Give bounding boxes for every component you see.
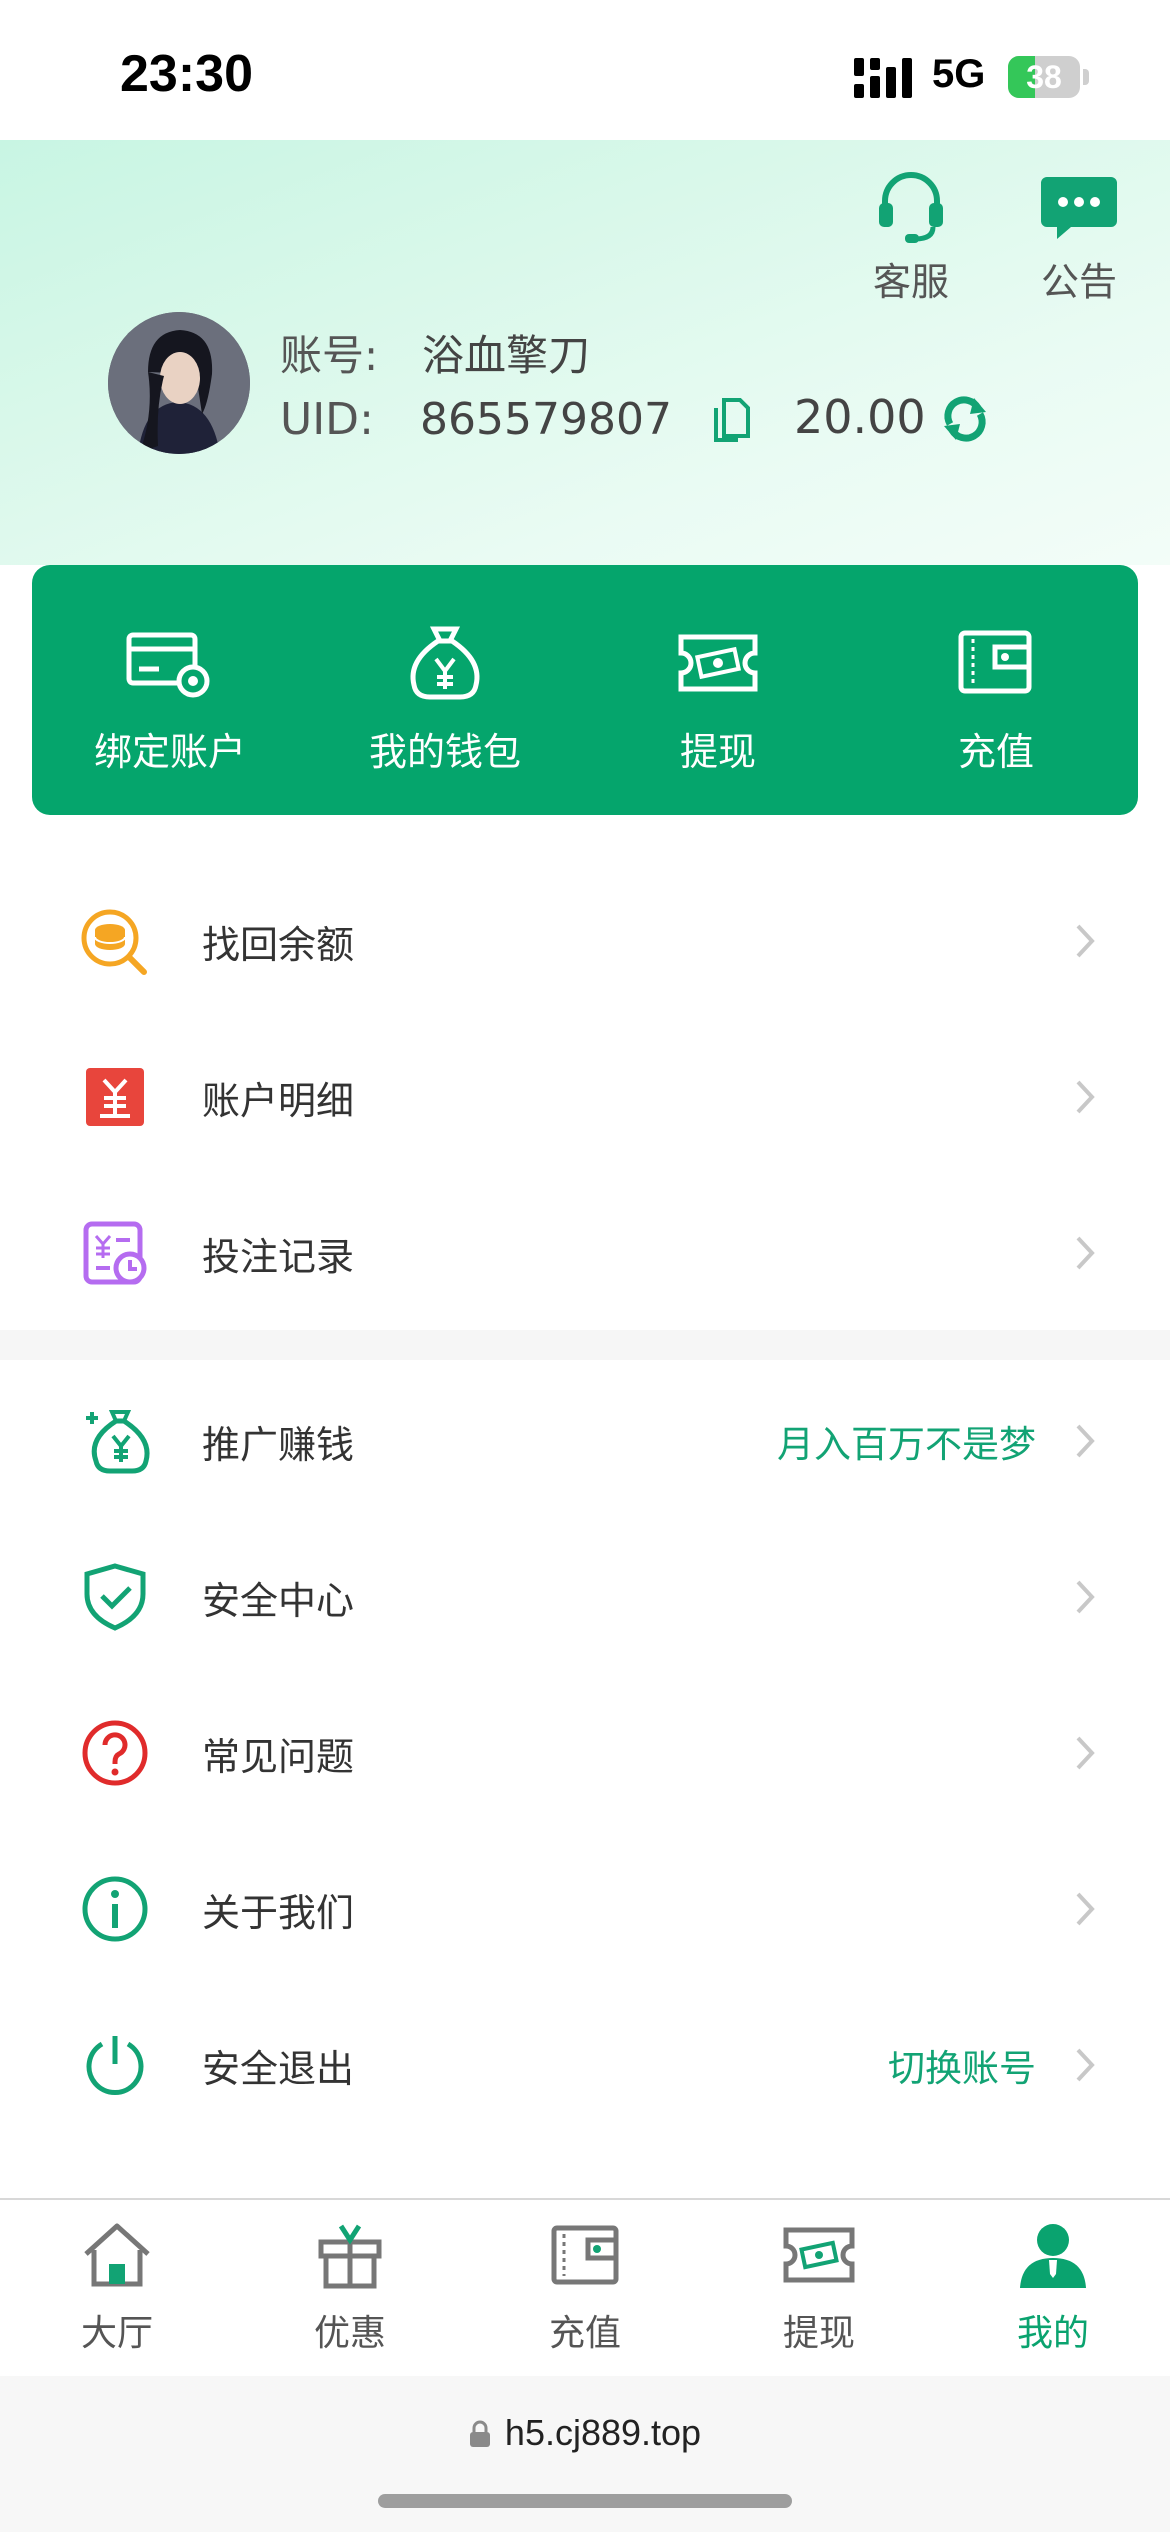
menu-group-primary: 找回余额 账户明细 投注记录 bbox=[0, 860, 1170, 1330]
chevron-right-icon bbox=[1076, 1892, 1095, 1926]
menu-label: 关于我们 bbox=[202, 1891, 355, 1935]
bet-record-icon bbox=[83, 1221, 147, 1285]
bottom-tab-bar: 大厅 优惠 充值 提现 我的 bbox=[0, 2198, 1170, 2378]
menu-item-recover-balance[interactable]: 找回余额 bbox=[0, 860, 1170, 1016]
user-icon bbox=[1020, 2224, 1086, 2288]
coin-search-icon bbox=[81, 909, 147, 975]
chevron-right-icon bbox=[1076, 1080, 1095, 1114]
menu-item-promote-earn[interactable]: 推广赚钱 月入百万不是梦 bbox=[0, 1360, 1170, 1516]
chevron-right-icon bbox=[1076, 924, 1095, 958]
address-bar[interactable]: h5.cj889.top bbox=[0, 2412, 1170, 2454]
notice-label: 公告 bbox=[1040, 260, 1117, 304]
menu-item-security-center[interactable]: 安全中心 bbox=[0, 1516, 1170, 1672]
status-time: 23:30 bbox=[120, 45, 253, 103]
menu-label: 常见问题 bbox=[202, 1735, 355, 1779]
tab-withdraw[interactable]: 提现 bbox=[744, 2220, 894, 2356]
bind-account-label: 绑定账户 bbox=[93, 730, 246, 774]
withdraw-button[interactable]: 提现 bbox=[618, 625, 818, 776]
copy-icon[interactable] bbox=[712, 394, 752, 444]
section-divider bbox=[0, 1330, 1170, 1360]
menu-item-about-us[interactable]: 关于我们 bbox=[0, 1828, 1170, 1984]
chevron-right-icon bbox=[1076, 2048, 1095, 2082]
menu-group-secondary: 推广赚钱 月入百万不是梦 安全中心 常见问题 关于我们 安全退出 切换账号 bbox=[0, 1360, 1170, 2150]
network-type: 5G bbox=[932, 52, 986, 96]
cash-ticket-icon bbox=[678, 634, 758, 692]
account-label: 账号: bbox=[280, 331, 379, 380]
customer-service-label: 客服 bbox=[872, 260, 949, 304]
home-icon bbox=[84, 2223, 150, 2287]
message-icon bbox=[1041, 177, 1117, 239]
avatar[interactable] bbox=[108, 312, 250, 454]
shield-check-icon bbox=[84, 1563, 146, 1631]
my-wallet-button[interactable]: 我的钱包 bbox=[345, 625, 545, 776]
promote-slogan: 月入百万不是梦 bbox=[777, 1423, 1036, 1466]
my-wallet-label: 我的钱包 bbox=[368, 730, 521, 774]
menu-item-logout[interactable]: 安全退出 切换账号 bbox=[0, 1984, 1170, 2140]
wallet-actions-card: 绑定账户 我的钱包 提现 充值 bbox=[32, 565, 1138, 815]
tab-recharge[interactable]: 充值 bbox=[510, 2220, 660, 2356]
battery-level: 38 bbox=[1026, 59, 1062, 95]
question-icon bbox=[82, 1720, 148, 1786]
status-bar: 23:30 5G 38 bbox=[0, 0, 1170, 140]
info-icon bbox=[82, 1876, 148, 1942]
balance-amount: 20.00 bbox=[794, 390, 926, 444]
notice-button[interactable]: 公告 bbox=[1024, 165, 1134, 306]
menu-label: 安全中心 bbox=[202, 1579, 355, 1623]
uid-label: UID: bbox=[280, 394, 374, 445]
tab-label: 大厅 bbox=[80, 2313, 153, 2354]
card-settings-icon bbox=[126, 632, 210, 698]
menu-item-account-details[interactable]: 账户明细 bbox=[0, 1016, 1170, 1172]
headset-icon bbox=[879, 172, 943, 243]
tab-lobby[interactable]: 大厅 bbox=[42, 2220, 192, 2356]
switch-account-link[interactable]: 切换账号 bbox=[888, 2038, 1036, 2092]
customer-service-button[interactable]: 客服 bbox=[856, 165, 966, 306]
tab-label: 充值 bbox=[548, 2313, 621, 2354]
withdraw-label: 提现 bbox=[679, 730, 756, 774]
battery-icon: 38 bbox=[1008, 56, 1089, 98]
menu-label: 安全退出 bbox=[202, 2047, 355, 2091]
url-text: h5.cj889.top bbox=[504, 2412, 702, 2453]
yuan-receipt-icon bbox=[86, 1068, 144, 1126]
profile-header: 客服 公告 账号: 浴血擎刀 UID: 865579807 20.00 bbox=[0, 140, 1170, 565]
chevron-right-icon bbox=[1076, 1736, 1095, 1770]
account-name: 浴血擎刀 bbox=[422, 331, 591, 380]
menu-label: 账户明细 bbox=[202, 1079, 355, 1123]
money-bag-icon bbox=[410, 626, 480, 700]
lock-icon bbox=[469, 2420, 490, 2447]
power-icon bbox=[86, 2036, 144, 2095]
tab-label: 优惠 bbox=[313, 2313, 386, 2354]
bind-account-button[interactable]: 绑定账户 bbox=[70, 625, 270, 776]
menu-label: 投注记录 bbox=[202, 1235, 355, 1279]
tab-mine[interactable]: 我的 bbox=[978, 2220, 1128, 2356]
chevron-right-icon bbox=[1076, 1236, 1095, 1270]
uid-value: 865579807 bbox=[420, 394, 672, 445]
chevron-right-icon bbox=[1076, 1580, 1095, 1614]
menu-item-bet-records[interactable]: 投注记录 bbox=[0, 1172, 1170, 1328]
menu-label: 推广赚钱 bbox=[202, 1423, 355, 1467]
menu-label: 找回余额 bbox=[202, 923, 355, 967]
tab-promotions[interactable]: 优惠 bbox=[275, 2220, 425, 2356]
cash-ticket-icon bbox=[783, 2227, 855, 2283]
money-plus-icon bbox=[86, 1410, 150, 1474]
refresh-icon[interactable] bbox=[940, 394, 990, 444]
recharge-button[interactable]: 充值 bbox=[896, 625, 1096, 776]
menu-item-faq[interactable]: 常见问题 bbox=[0, 1672, 1170, 1828]
browser-url-bar: h5.cj889.top bbox=[0, 2376, 1170, 2532]
avatar-image bbox=[108, 312, 250, 454]
tab-label: 我的 bbox=[1016, 2313, 1089, 2354]
gift-icon bbox=[318, 2224, 382, 2289]
wallet-icon bbox=[958, 630, 1032, 694]
tab-label: 提现 bbox=[782, 2313, 855, 2354]
signal-icon bbox=[854, 58, 912, 98]
recharge-label: 充值 bbox=[957, 730, 1034, 774]
wallet-icon bbox=[551, 2225, 619, 2285]
chevron-right-icon bbox=[1076, 1424, 1095, 1458]
home-indicator[interactable] bbox=[378, 2494, 792, 2508]
